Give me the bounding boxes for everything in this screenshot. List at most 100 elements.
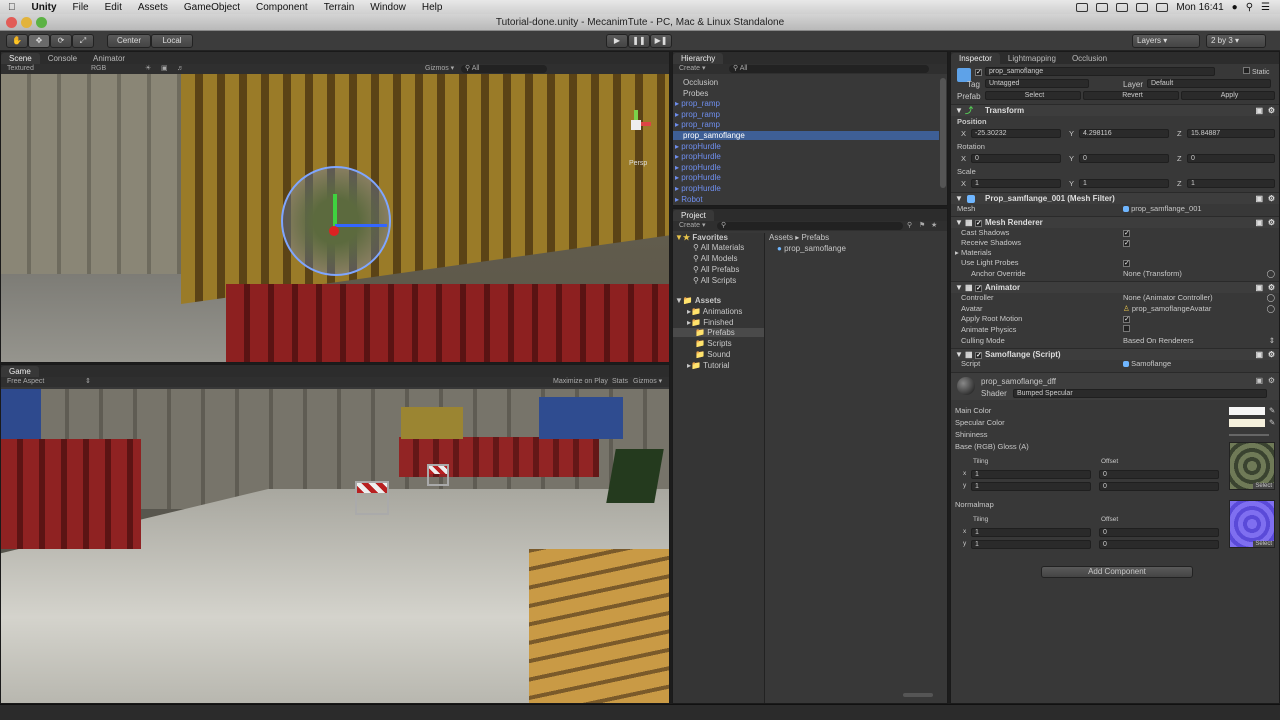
position-x-field[interactable]: -25.30232: [971, 129, 1061, 138]
tab-scene[interactable]: Scene: [1, 53, 40, 64]
project-file-prop-samoflange[interactable]: ● prop_samoflange: [777, 244, 846, 253]
hierarchy-item[interactable]: ▸ Robot: [673, 195, 939, 204]
assets-root[interactable]: ▼📁 Assets: [675, 296, 721, 305]
materials-row[interactable]: ▸ Materials: [951, 248, 1279, 258]
hierarchy-item[interactable]: ▸ propHurdle: [673, 142, 939, 151]
rotation-z-field[interactable]: 0: [1187, 154, 1275, 163]
hierarchy-item[interactable]: Occlusion: [673, 78, 939, 87]
favorite-all-prefabs[interactable]: ⚲ All Prefabs: [693, 265, 739, 274]
script-field[interactable]: Samoflange: [1123, 359, 1171, 369]
rotate-tool-button[interactable]: ⟳: [50, 34, 72, 48]
hand-tool-button[interactable]: ✋: [6, 34, 28, 48]
scale-y-field[interactable]: 1: [1079, 179, 1169, 188]
controller-field[interactable]: None (Animator Controller): [1123, 293, 1213, 303]
user-icon[interactable]: ●: [1232, 2, 1238, 13]
search-by-type-icon[interactable]: ⚲: [907, 221, 912, 231]
hierarchy-search-input[interactable]: ⚲ All: [729, 65, 929, 73]
receive-shadows-checkbox[interactable]: ✓: [1123, 238, 1130, 248]
layout-dropdown[interactable]: 2 by 3 ▾: [1206, 34, 1266, 48]
gizmo-center-cube[interactable]: [631, 120, 641, 130]
eyedropper-icon[interactable]: ✎: [1269, 418, 1275, 428]
tab-console[interactable]: Console: [40, 53, 85, 64]
hierarchy-item[interactable]: prop_samoflange: [673, 131, 939, 140]
hierarchy-scrollbar[interactable]: [940, 78, 946, 188]
tab-project[interactable]: Project: [673, 210, 714, 221]
hierarchy-item[interactable]: ▸ propHurdle: [673, 173, 939, 182]
prefab-revert-button[interactable]: Revert: [1083, 91, 1179, 100]
tab-inspector[interactable]: Inspector: [951, 53, 1000, 64]
folder-finished[interactable]: ▸📁 Finished: [687, 318, 733, 327]
tab-hierarchy[interactable]: Hierarchy: [673, 53, 724, 64]
battery-icon[interactable]: [1156, 2, 1169, 12]
cast-shadows-checkbox[interactable]: ✓: [1123, 228, 1130, 238]
lighting-toggle-icon[interactable]: ☀: [145, 64, 151, 74]
shininess-slider[interactable]: [1229, 434, 1269, 436]
scene-search-input[interactable]: ⚲ All: [461, 65, 547, 73]
main-color-swatch[interactable]: [1229, 407, 1265, 415]
folder-scripts[interactable]: 📁 Scripts: [695, 339, 732, 348]
help-book-icon[interactable]: ▣: [1255, 376, 1263, 385]
wifi-icon[interactable]: [1116, 2, 1129, 12]
favorite-all-scripts[interactable]: ⚲ All Scripts: [693, 276, 736, 285]
add-component-button[interactable]: Add Component: [1041, 566, 1193, 578]
volume-icon[interactable]: [1136, 2, 1149, 12]
animate-physics-checkbox[interactable]: [1123, 325, 1130, 335]
normal-offset-x-field[interactable]: 0: [1099, 528, 1219, 537]
favorites-header[interactable]: ▼★ Favorites: [675, 233, 728, 242]
base-tiling-y-field[interactable]: 1: [971, 482, 1091, 491]
move-gizmo-z-axis[interactable]: [335, 224, 387, 227]
normalmap-thumbnail[interactable]: Select: [1229, 500, 1275, 548]
hierarchy-item[interactable]: ▸ prop_ramp: [673, 120, 939, 129]
menu-window[interactable]: Window: [362, 2, 414, 13]
hierarchy-item[interactable]: ▸ prop_ramp: [673, 99, 939, 108]
menu-unity[interactable]: Unity: [24, 2, 65, 13]
object-name-field[interactable]: prop_samoflange: [985, 67, 1215, 76]
scale-tool-button[interactable]: ⤢: [72, 34, 94, 48]
mesh-filter-header[interactable]: ▼ Prop_samflange_001 (Mesh Filter) ▣ ⚙: [951, 192, 1279, 204]
animator-header[interactable]: ▼ ▦ ✓ Animator ▣ ⚙: [951, 281, 1279, 293]
material-header[interactable]: prop_samoflange_dff Shader Bumped Specul…: [951, 372, 1279, 400]
normal-tiling-x-field[interactable]: 1: [971, 528, 1091, 537]
bluetooth-icon[interactable]: [1096, 2, 1109, 12]
shader-dropdown[interactable]: Bumped Specular: [1013, 389, 1267, 398]
folder-sound[interactable]: 📁 Sound: [695, 350, 730, 359]
menu-gameobject[interactable]: GameObject: [176, 2, 248, 13]
static-checkbox[interactable]: Static: [1243, 67, 1269, 76]
scale-x-field[interactable]: 1: [971, 179, 1061, 188]
dropdown-arrows-icon[interactable]: ⇕: [1269, 336, 1275, 346]
hierarchy-item[interactable]: ▸ prop_ramp: [673, 110, 939, 119]
component-gear-icon[interactable]: ⚙: [1268, 376, 1275, 385]
clock[interactable]: Mon 16:41: [1176, 2, 1223, 13]
base-offset-y-field[interactable]: 0: [1099, 482, 1219, 491]
pivot-local-button[interactable]: Local: [151, 34, 193, 48]
project-create-dropdown[interactable]: Create ▾: [679, 221, 705, 231]
folder-prefabs[interactable]: 📁 Prefabs: [673, 328, 764, 337]
minimize-window-button[interactable]: [21, 17, 32, 28]
menu-component[interactable]: Component: [248, 2, 316, 13]
tag-dropdown[interactable]: Untagged: [985, 79, 1089, 88]
menu-terrain[interactable]: Terrain: [316, 2, 363, 13]
apple-icon[interactable]: : [0, 2, 24, 13]
search-by-label-icon[interactable]: ⚑: [919, 221, 925, 231]
rotation-x-field[interactable]: 0: [971, 154, 1061, 163]
icon-size-slider[interactable]: [903, 693, 933, 697]
aspect-arrow-icon[interactable]: ⇕: [85, 377, 91, 387]
pivot-center-button[interactable]: Center: [107, 34, 151, 48]
position-z-field[interactable]: 15.84887: [1187, 129, 1275, 138]
list-icon[interactable]: ☰: [1261, 2, 1270, 13]
favorite-all-materials[interactable]: ⚲ All Materials: [693, 243, 744, 252]
scene-orientation-gizmo[interactable]: [621, 110, 651, 140]
tab-game[interactable]: Game: [1, 366, 39, 377]
hierarchy-item[interactable]: ▸ propHurdle: [673, 152, 939, 161]
scale-z-field[interactable]: 1: [1187, 179, 1275, 188]
spotlight-icon[interactable]: ⚲: [1246, 2, 1253, 13]
scene-viewport[interactable]: Persp: [1, 74, 669, 362]
menu-file[interactable]: File: [65, 2, 97, 13]
base-tiling-x-field[interactable]: 1: [971, 470, 1091, 479]
menu-help[interactable]: Help: [414, 2, 451, 13]
hierarchy-item[interactable]: ▸ propHurdle: [673, 184, 939, 193]
maximize-on-play-toggle[interactable]: Maximize on Play: [553, 377, 608, 387]
stats-toggle[interactable]: Stats: [612, 377, 628, 387]
tab-occlusion[interactable]: Occlusion: [1064, 53, 1115, 64]
layers-dropdown[interactable]: Layers ▾: [1132, 34, 1200, 48]
